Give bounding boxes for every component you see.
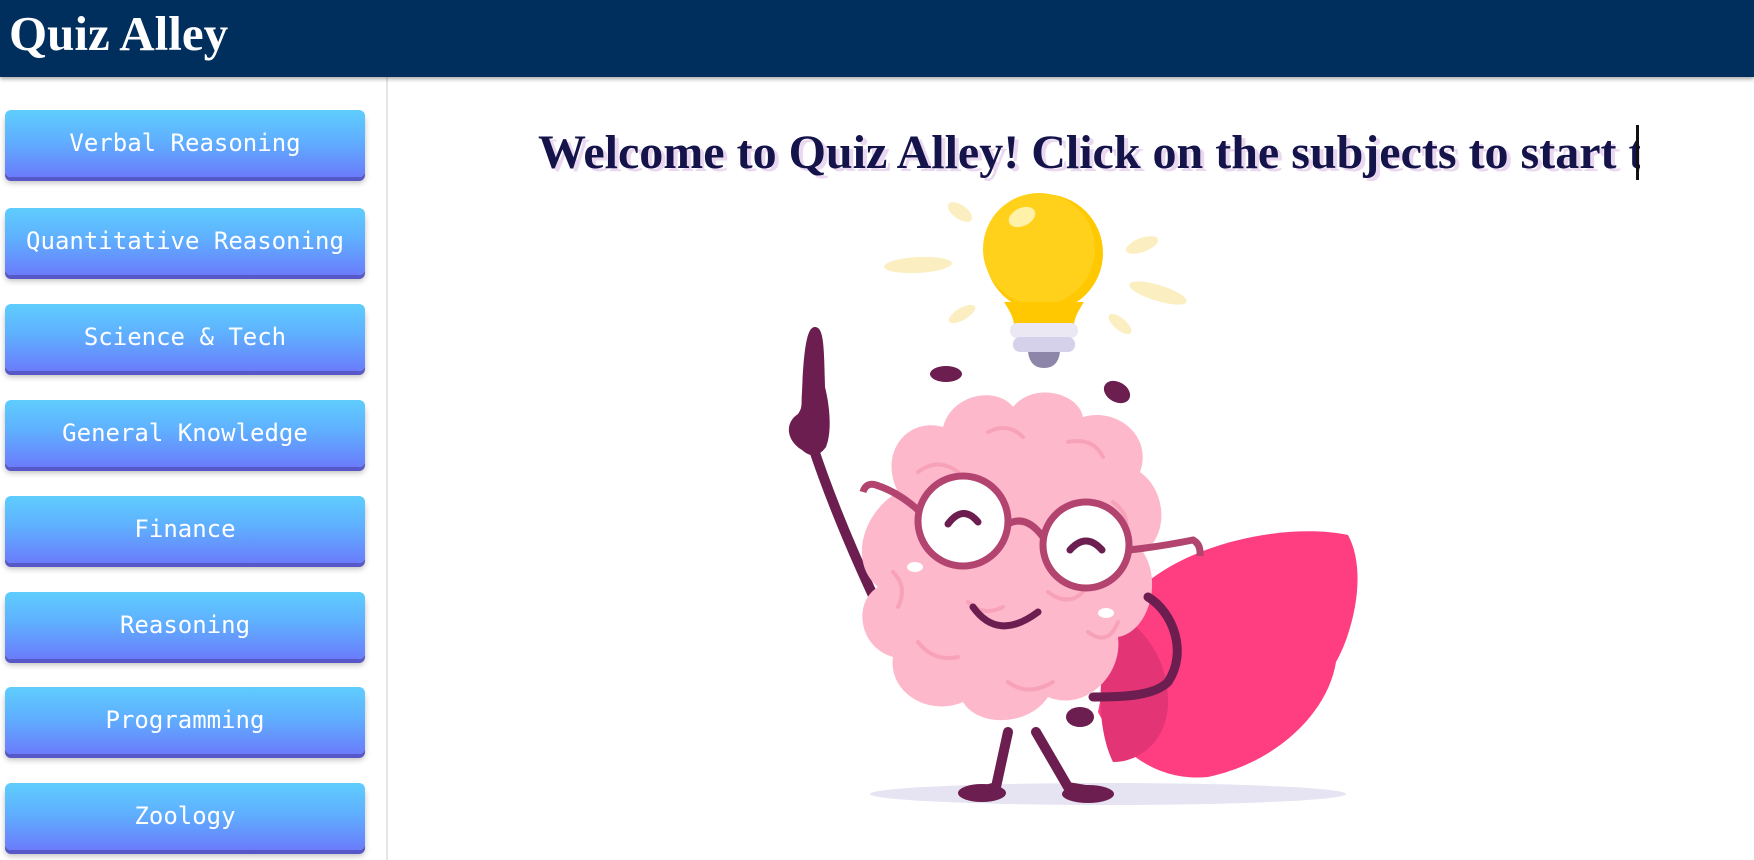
typing-caret xyxy=(1636,125,1639,180)
subject-button-programming[interactable]: Programming xyxy=(5,687,365,754)
subject-button-science-tech[interactable]: Science & Tech xyxy=(5,304,365,371)
subject-button-zoology[interactable]: Zoology xyxy=(5,783,365,850)
subject-button-general-knowledge[interactable]: General Knowledge xyxy=(5,400,365,467)
subject-button-quantitative-reasoning[interactable]: Quantitative Reasoning xyxy=(5,208,365,275)
app-header: Quiz Alley xyxy=(0,0,1754,77)
welcome-heading: Welcome to Quiz Alley! Click on the subj… xyxy=(538,126,1640,179)
welcome-marquee: Welcome to Quiz Alley! Click on the subj… xyxy=(538,123,1640,189)
subject-button-reasoning[interactable]: Reasoning xyxy=(5,592,365,659)
brand-title[interactable]: Quiz Alley xyxy=(9,4,228,64)
brain-superhero-icon xyxy=(788,193,1358,805)
subject-sidebar: Verbal Reasoning Quantitative Reasoning … xyxy=(0,77,388,860)
subject-button-finance[interactable]: Finance xyxy=(5,496,365,563)
subject-button-verbal-reasoning[interactable]: Verbal Reasoning xyxy=(5,110,365,177)
main-content: Welcome to Quiz Alley! Click on the subj… xyxy=(388,77,1754,860)
